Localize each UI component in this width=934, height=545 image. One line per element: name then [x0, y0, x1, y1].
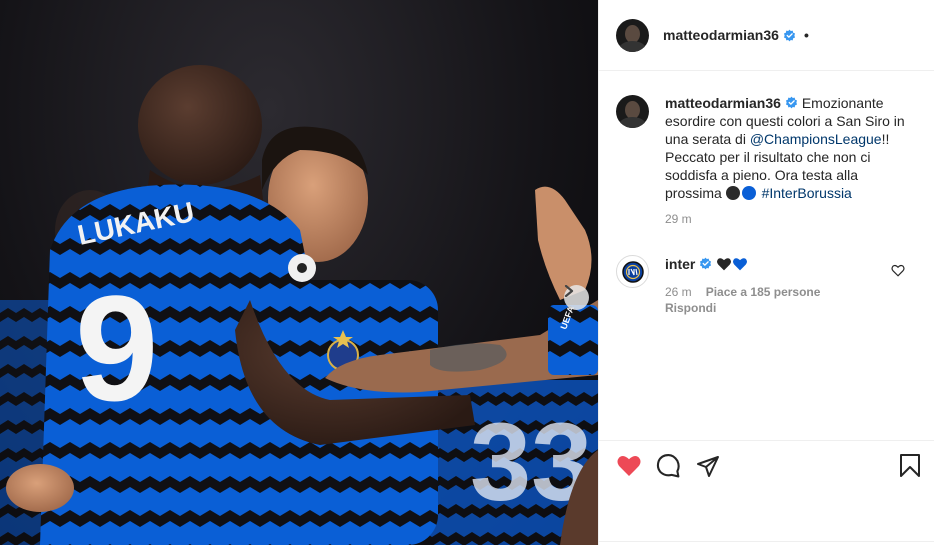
- comment-time[interactable]: 26 m: [665, 285, 692, 299]
- comments-section: matteodarmian36 Emozionante esordire con…: [599, 72, 934, 438]
- post-photo[interactable]: 33 LUKAKU 9 UEFA: [0, 0, 598, 545]
- caption-avatar[interactable]: [616, 95, 649, 128]
- verified-badge-icon: [783, 29, 795, 41]
- heart-outline-icon[interactable]: [891, 264, 905, 277]
- verified-badge-icon: [785, 96, 797, 109]
- caption-username[interactable]: matteodarmian36: [665, 95, 781, 111]
- blue-circle-emoji: [741, 186, 756, 200]
- mention-link[interactable]: @ChampionsLeague: [750, 131, 882, 147]
- caption-time[interactable]: 29 m: [665, 212, 692, 226]
- comment-likes[interactable]: Piace a 185 persone: [706, 285, 821, 299]
- comment-meta: 26 m Piace a 185 persone: [665, 285, 905, 299]
- caption-body: matteodarmian36 Emozionante esordire con…: [665, 94, 905, 226]
- black-heart-emoji: [717, 258, 732, 271]
- inter-logo-icon: [621, 260, 644, 283]
- post-actions: [599, 440, 934, 490]
- blue-heart-emoji: [733, 258, 748, 271]
- heart-filled-icon: [617, 455, 641, 476]
- post-details-panel: matteodarmian36 • matteodarmian36 Emozio…: [598, 0, 934, 545]
- inter-avatar[interactable]: [616, 255, 649, 288]
- comment-button[interactable]: [656, 453, 696, 479]
- hashtag-link[interactable]: #InterBorussia: [762, 185, 852, 201]
- next-photo-button[interactable]: [564, 285, 589, 310]
- header-separator: •: [803, 27, 809, 43]
- post-header: matteodarmian36 •: [599, 0, 934, 71]
- photo-illustration: 33 LUKAKU 9 UEFA: [0, 65, 598, 545]
- reply-button[interactable]: Rispondi: [665, 299, 905, 317]
- author-username[interactable]: matteodarmian36: [663, 27, 779, 43]
- author-avatar[interactable]: [616, 18, 649, 52]
- comment-username[interactable]: inter: [665, 256, 695, 272]
- verified-badge-icon: [700, 257, 712, 270]
- jersey-number: 9: [75, 264, 158, 432]
- caption-meta: 29 m: [665, 212, 905, 226]
- like-button[interactable]: [616, 453, 656, 479]
- speech-bubble-icon: [656, 454, 680, 478]
- chevron-right-icon: [564, 285, 574, 297]
- bookmark-icon: [900, 454, 920, 477]
- comment-body: inter 26 m Piace a 185 persone Rispondi: [665, 255, 905, 317]
- caption-comment: matteodarmian36 Emozionante esordire con…: [616, 94, 905, 226]
- save-button[interactable]: [899, 453, 921, 483]
- share-button[interactable]: [696, 453, 736, 479]
- paper-plane-icon: [697, 455, 719, 477]
- divider: [599, 541, 934, 542]
- comment-item: inter 26 m Piace a 185 persone Rispondi: [616, 255, 905, 317]
- black-circle-emoji: [725, 186, 740, 200]
